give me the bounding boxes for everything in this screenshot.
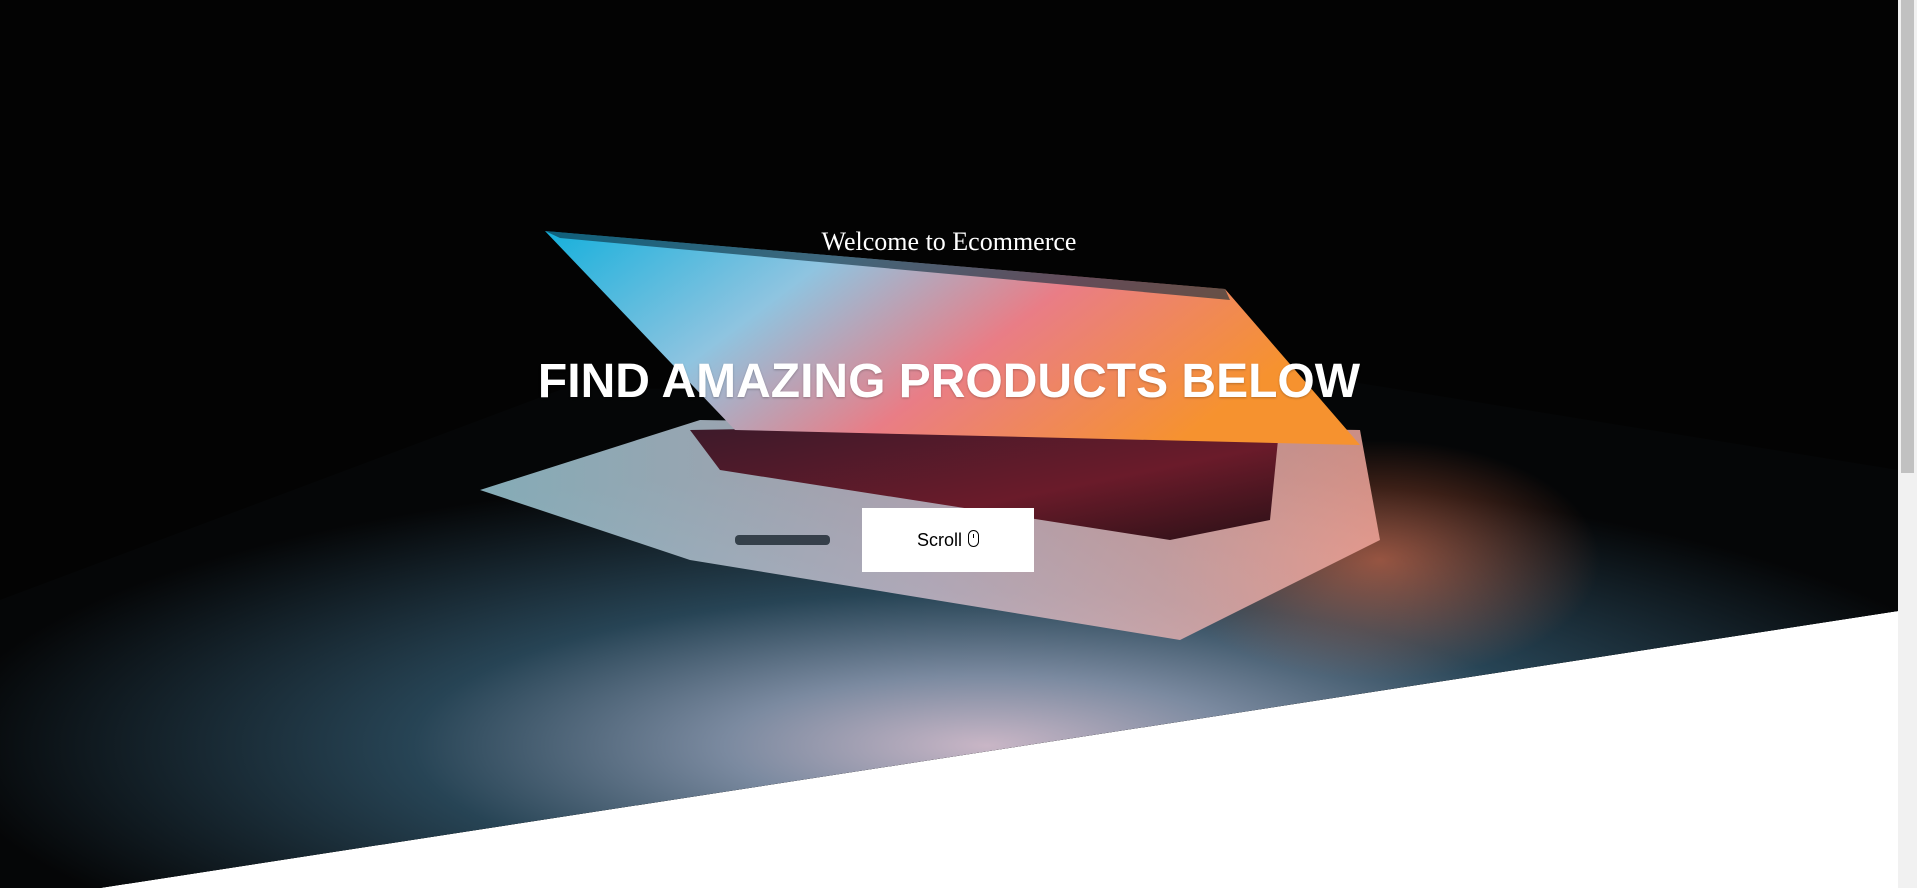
hero-banner: Welcome to Ecommerce FIND AMAZING PRODUC…: [0, 0, 1898, 888]
page: Welcome to Ecommerce FIND AMAZING PRODUC…: [0, 0, 1917, 888]
mouse-icon: [968, 529, 979, 547]
scroll-button-label: Scroll: [916, 529, 962, 550]
hero-headline: FIND AMAZING PRODUCTS BELOW: [537, 355, 1361, 408]
vertical-scrollbar[interactable]: [1898, 0, 1917, 888]
hero-content: Welcome to Ecommerce FIND AMAZING PRODUC…: [0, 0, 1898, 888]
scrollbar-thumb[interactable]: [1901, 0, 1914, 473]
scroll-button[interactable]: Scroll: [862, 508, 1034, 572]
welcome-heading: Welcome to Ecommerce: [821, 227, 1077, 256]
